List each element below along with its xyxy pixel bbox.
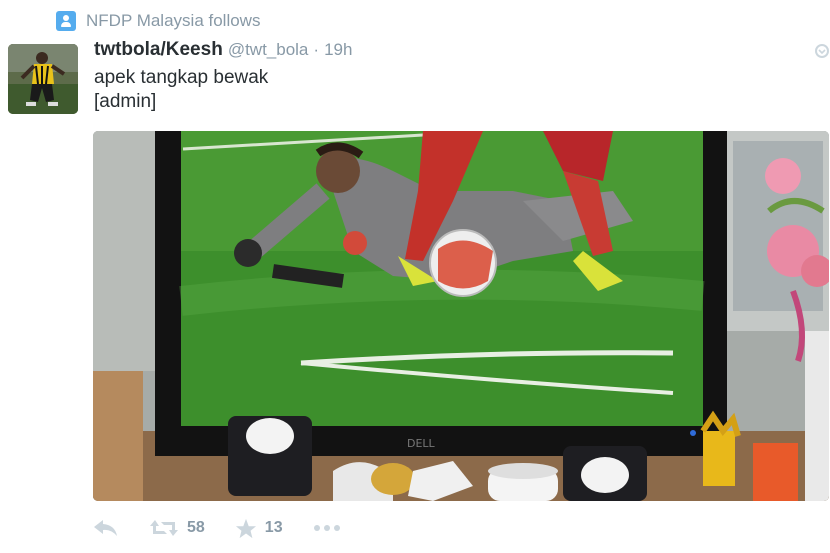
- reply-icon: [94, 520, 117, 536]
- more-button[interactable]: [313, 524, 341, 532]
- photo-monitor-football: DELL: [93, 131, 829, 501]
- person-icon: [56, 11, 76, 31]
- favorite-count: 13: [264, 519, 283, 536]
- retweet-count: 58: [187, 519, 205, 536]
- social-context-text[interactable]: NFDP Malaysia follows: [86, 11, 260, 31]
- avatar[interactable]: [8, 44, 78, 114]
- tweet-timestamp[interactable]: 19h: [324, 40, 352, 60]
- tweet-header: twtbola/Keesh @twt_bola · 19h: [94, 39, 352, 61]
- author-name[interactable]: twtbola/Keesh: [94, 39, 223, 61]
- tweet-text-line: [admin]: [94, 91, 157, 112]
- retweet-icon: [150, 520, 178, 536]
- avatar-photo: [8, 44, 78, 114]
- tweet-actions: 58 13: [93, 512, 371, 544]
- tweet-text: apek tangkap bewak [admin]: [94, 66, 268, 114]
- header-separator: ·: [313, 40, 320, 59]
- tweet-photo[interactable]: DELL: [93, 131, 829, 501]
- social-context: NFDP Malaysia follows: [56, 10, 260, 32]
- reply-button[interactable]: [93, 519, 119, 537]
- tweet-text-line: apek tangkap bewak: [94, 67, 269, 88]
- author-handle[interactable]: @twt_bola: [228, 40, 309, 60]
- retweet-button[interactable]: 58: [149, 518, 205, 538]
- monitor-logo: DELL: [407, 437, 436, 450]
- favorite-button[interactable]: 13: [235, 518, 283, 539]
- tweet-options-icon[interactable]: [815, 44, 829, 58]
- more-icon: [313, 525, 340, 531]
- star-icon: [235, 518, 256, 538]
